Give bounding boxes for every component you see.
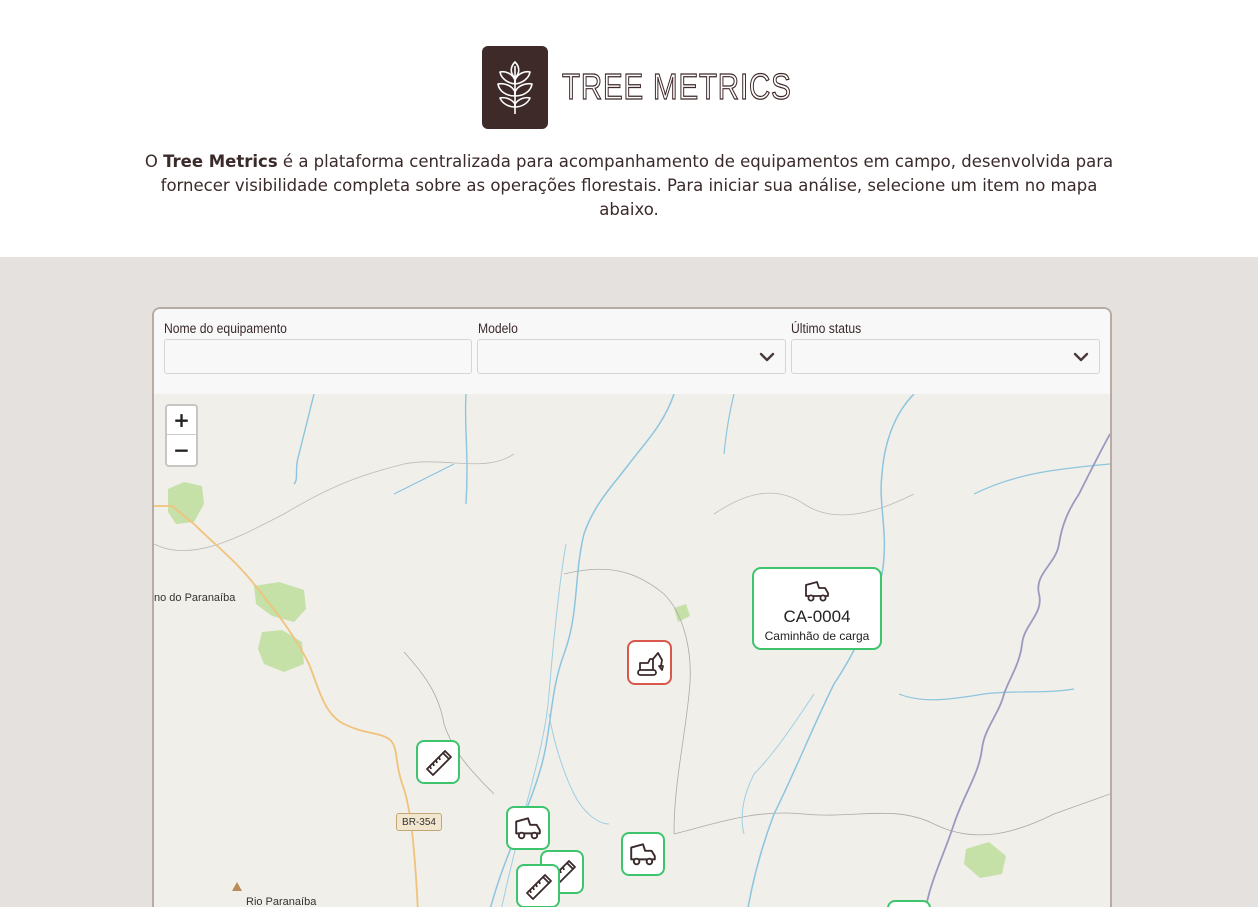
- equipment-marker[interactable]: [621, 832, 665, 876]
- equipment-name-label: Nome do equipamento: [164, 321, 287, 336]
- page-header: TREE METRICS O Tree Metrics é a platafor…: [0, 0, 1258, 257]
- equipment-map[interactable]: + − no do Paranaíba Rio Paranaíba BR-354…: [154, 394, 1110, 907]
- saw-icon: [526, 874, 552, 900]
- brand-name: TREE METRICS: [562, 65, 792, 107]
- equipment-marker[interactable]: [506, 806, 550, 850]
- excavator-icon: [636, 651, 664, 676]
- truck-icon: [805, 581, 829, 602]
- popup-type: Caminhão de carga: [764, 629, 870, 643]
- map-label-place: Rio Paranaíba: [246, 896, 317, 907]
- model-select[interactable]: [477, 339, 786, 374]
- equipment-marker[interactable]: [887, 900, 931, 907]
- equipment-marker[interactable]: [627, 640, 672, 685]
- status-select[interactable]: [791, 339, 1100, 374]
- zoom-control: + −: [165, 404, 198, 467]
- equipment-name-input[interactable]: [164, 339, 472, 374]
- filter-bar: Nome do equipamento Modelo Último status: [154, 309, 1110, 395]
- model-label: Modelo: [478, 321, 518, 336]
- intro-text: O Tree Metrics é a plataforma centraliza…: [144, 152, 1114, 219]
- truck-icon: [515, 817, 541, 840]
- truck-icon: [630, 843, 656, 866]
- zoom-out-button[interactable]: −: [167, 435, 196, 464]
- intro-brand: Tree Metrics: [163, 152, 278, 171]
- popup-code: CA-0004: [783, 607, 851, 626]
- road-badge: BR-354: [396, 813, 442, 831]
- equipment-popup[interactable]: CA-0004 Caminhão de carga: [752, 567, 882, 650]
- status-label: Último status: [791, 321, 862, 336]
- zoom-in-button[interactable]: +: [167, 406, 196, 435]
- peak-icon: [232, 882, 242, 891]
- leaf-icon: [497, 60, 533, 114]
- equipment-marker[interactable]: [416, 740, 460, 784]
- saw-icon: [426, 750, 452, 776]
- map-label-place: no do Paranaíba: [154, 592, 236, 604]
- chevron-down-icon: [1073, 352, 1089, 362]
- brand-logo: [482, 46, 548, 129]
- chevron-down-icon: [759, 352, 775, 362]
- map-card: Nome do equipamento Modelo Último status: [152, 307, 1112, 907]
- equipment-marker[interactable]: [516, 864, 560, 907]
